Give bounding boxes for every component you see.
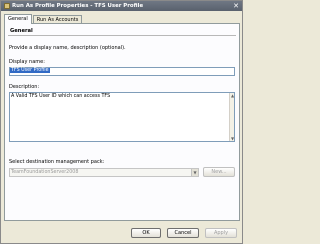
dialog-window: Run As Profile Properties - TFS User Pro…	[0, 0, 243, 244]
new-button[interactable]: New...	[203, 167, 235, 177]
title-bar: Run As Profile Properties - TFS User Pro…	[1, 1, 242, 11]
apply-button[interactable]: Apply	[205, 228, 237, 238]
display-name-field[interactable]: TFS User Profile	[9, 67, 235, 76]
description-label: Description:	[9, 84, 40, 90]
scroll-down-icon[interactable]: ▼	[230, 136, 235, 141]
general-panel: General Provide a display name, descript…	[4, 23, 240, 221]
profile-icon	[4, 3, 10, 9]
close-button[interactable]: ✕	[232, 2, 240, 10]
description-value: A Valid TFS User ID which can access TFS	[11, 94, 111, 99]
management-pack-value: TeamFoundationServer2008	[11, 170, 79, 175]
description-scrollbar[interactable]: ▲ ▼	[229, 93, 234, 141]
window-title: Run As Profile Properties - TFS User Pro…	[12, 3, 144, 9]
chevron-down-icon[interactable]: ▼	[191, 169, 198, 176]
scroll-up-icon[interactable]: ▲	[230, 93, 235, 98]
management-pack-label: Select destination management pack:	[9, 159, 105, 165]
section-header: General	[8, 26, 236, 36]
ok-button[interactable]: OK	[131, 228, 161, 238]
display-name-value: TFS User Profile	[10, 68, 50, 73]
cancel-button[interactable]: Cancel	[167, 228, 199, 238]
tab-general[interactable]: General	[4, 14, 32, 24]
description-field[interactable]: A Valid TFS User ID which can access TFS…	[9, 92, 235, 142]
management-pack-select[interactable]: TeamFoundationServer2008 ▼	[9, 168, 199, 177]
display-name-label: Display name:	[9, 59, 45, 65]
instructions-text: Provide a display name, description (opt…	[9, 45, 126, 51]
